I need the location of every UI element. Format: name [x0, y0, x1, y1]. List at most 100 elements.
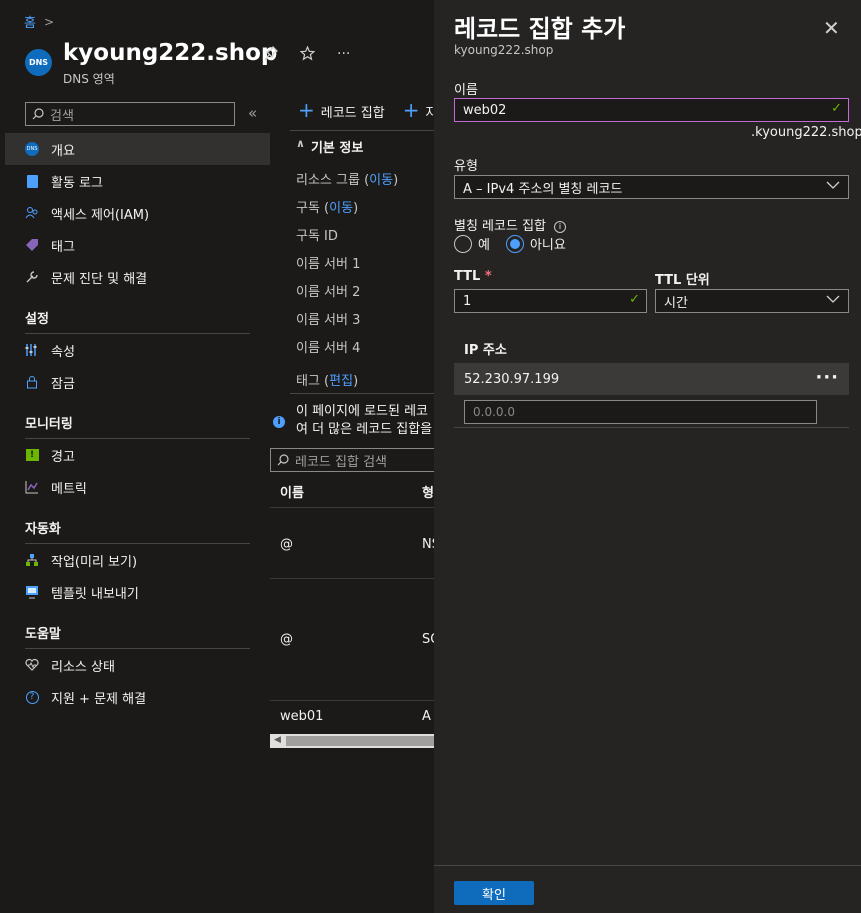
sidebar-item-alerts[interactable]: ! 경고: [5, 439, 270, 471]
info-icon[interactable]: i: [554, 220, 566, 233]
panel-title: 레코드 집합 추가: [454, 15, 626, 43]
ip-address-value: 52.230.97.199: [464, 371, 560, 387]
alias-yes-radio[interactable]: 예: [454, 234, 490, 253]
essentials-ns3: 이름 서버 3: [296, 313, 361, 328]
resource-group-link[interactable]: 이동: [369, 173, 393, 188]
essentials-subscription: 구독 (이동): [296, 201, 359, 216]
sidebar-item-label: 경고: [51, 449, 75, 465]
table-cell-name[interactable]: web01: [280, 709, 323, 724]
add-recordset-button[interactable]: + 레코드 집합: [298, 100, 385, 121]
close-icon[interactable]: ✕: [823, 16, 840, 40]
table-cell-name[interactable]: @: [280, 632, 293, 647]
tag-icon: [25, 238, 39, 252]
header-actions: ···: [264, 45, 350, 66]
chevron-down-icon: [826, 179, 840, 193]
search-icon: [277, 454, 289, 466]
ttl-field[interactable]: 1 ✓: [454, 289, 647, 313]
properties-icon: [25, 343, 39, 357]
divider: [290, 393, 434, 394]
scroll-left-icon[interactable]: ◀: [274, 735, 281, 745]
table-cell-type: A: [422, 709, 431, 724]
collapse-nav-button[interactable]: «: [248, 104, 257, 122]
sidebar-item-label: 태그: [51, 239, 75, 255]
essentials-toggle[interactable]: ∧ 기본 정보: [296, 137, 363, 156]
add-recordset-panel: 레코드 집합 추가 kyoung222.shop ✕ 이름 web02 ✓ .k…: [434, 0, 861, 913]
sidebar-item-label: 잠금: [51, 376, 75, 392]
sidebar-item-label: 문제 진단 및 해결: [51, 271, 148, 287]
essentials-tags: 태그 (편집): [296, 374, 359, 389]
breadcrumb-separator: >: [43, 14, 55, 29]
sidebar-item-iam[interactable]: 액세스 제어(IAM): [5, 197, 270, 229]
sidebar-item-label: 리소스 상태: [51, 659, 115, 675]
sidebar-item-tags[interactable]: 태그: [5, 229, 270, 261]
sidebar-item-export-template[interactable]: 템플릿 내보내기: [5, 576, 270, 608]
sidebar-item-tasks[interactable]: 작업(미리 보기): [5, 544, 270, 576]
panel-subtitle: kyoung222.shop: [454, 43, 554, 57]
ttl-unit-select[interactable]: 시간: [655, 289, 849, 313]
essentials-ns1: 이름 서버 1: [296, 257, 361, 272]
ip-address-row[interactable]: 52.230.97.199 ···: [454, 363, 849, 395]
sidebar-item-diagnose[interactable]: 문제 진단 및 해결: [5, 261, 270, 293]
nav-search-input[interactable]: 검색: [25, 102, 235, 126]
sidebar-item-label: 지원 + 문제 해결: [51, 691, 147, 707]
add-child-zone-button[interactable]: + 자: [403, 100, 438, 121]
horizontal-scrollbar[interactable]: ◀: [270, 734, 434, 748]
plus-icon: +: [298, 98, 315, 122]
alert-icon: !: [25, 448, 39, 462]
subscription-link[interactable]: 이동: [329, 201, 353, 216]
divider: [454, 427, 849, 428]
sidebar-item-locks[interactable]: 잠금: [5, 366, 270, 398]
scrollbar-thumb[interactable]: [286, 736, 434, 746]
wrench-icon: [25, 270, 39, 284]
essentials-title: 기본 정보: [310, 141, 364, 156]
sidebar-item-activity-log[interactable]: 활동 로그: [5, 165, 270, 197]
lock-icon: [25, 375, 39, 389]
log-icon: [25, 174, 39, 188]
page-title: kyoung222.shop: [63, 40, 278, 66]
sidebar-item-properties[interactable]: 속성: [5, 334, 270, 366]
nav-section-monitoring: 모니터링: [25, 417, 73, 432]
type-select[interactable]: A – IPv4 주소의 별칭 레코드: [454, 175, 849, 199]
essentials-ns2: 이름 서버 2: [296, 285, 361, 300]
tasks-icon: [25, 553, 39, 567]
column-header-name[interactable]: 이름: [280, 482, 304, 501]
dns-icon: DNS: [25, 142, 39, 156]
info-icon: i: [273, 416, 285, 428]
sidebar-item-overview[interactable]: DNS 개요: [5, 133, 270, 165]
sidebar-item-support[interactable]: ? 지원 + 문제 해결: [5, 681, 270, 713]
sidebar-item-label: 활동 로그: [51, 175, 103, 191]
ip-address-input[interactable]: 0.0.0.0: [464, 400, 817, 424]
pin-icon[interactable]: [264, 45, 279, 66]
more-icon[interactable]: ···: [337, 46, 350, 66]
name-field[interactable]: web02 ✓: [454, 98, 849, 122]
page-subtitle: DNS 영역: [63, 72, 115, 86]
info-banner: 이 페이지에 로드된 레코 여 더 많은 레코드 집합을: [296, 404, 433, 437]
alias-label: 별칭 레코드 집합 i: [454, 215, 566, 234]
alias-no-radio[interactable]: 아니요: [505, 234, 566, 253]
ttl-label: TTL *: [454, 269, 492, 284]
more-icon[interactable]: ···: [815, 367, 839, 388]
heart-icon: [25, 658, 39, 672]
nav-search-placeholder: 검색: [50, 108, 74, 124]
sidebar-item-metrics[interactable]: 메트릭: [5, 471, 270, 503]
type-label: 유형: [454, 159, 478, 174]
tags-edit-link[interactable]: 편집: [329, 374, 353, 389]
nav-section-settings: 설정: [25, 312, 49, 327]
sidebar-item-label: 작업(미리 보기): [51, 554, 138, 570]
search-icon: [32, 108, 44, 120]
breadcrumb-home-link[interactable]: 홈: [24, 12, 36, 31]
column-header-type[interactable]: 형: [422, 482, 434, 501]
ok-button[interactable]: 확인: [454, 881, 534, 905]
recordset-search-input[interactable]: 레코드 집합 검색: [270, 448, 434, 472]
help-icon: ?: [25, 690, 39, 704]
essentials-resource-group: 리소스 그룹 (이동): [296, 173, 399, 188]
metrics-icon: [25, 480, 39, 494]
star-icon[interactable]: [299, 45, 316, 66]
ttl-unit-label: TTL 단위: [655, 273, 710, 288]
checkmark-icon: ✓: [831, 101, 842, 116]
sidebar-item-resource-health[interactable]: 리소스 상태: [5, 649, 270, 681]
table-cell-name[interactable]: @: [280, 537, 293, 552]
sidebar-item-label: 속성: [51, 344, 75, 360]
essentials-ns4: 이름 서버 4: [296, 341, 361, 356]
chevron-up-icon: ∧: [296, 137, 305, 150]
